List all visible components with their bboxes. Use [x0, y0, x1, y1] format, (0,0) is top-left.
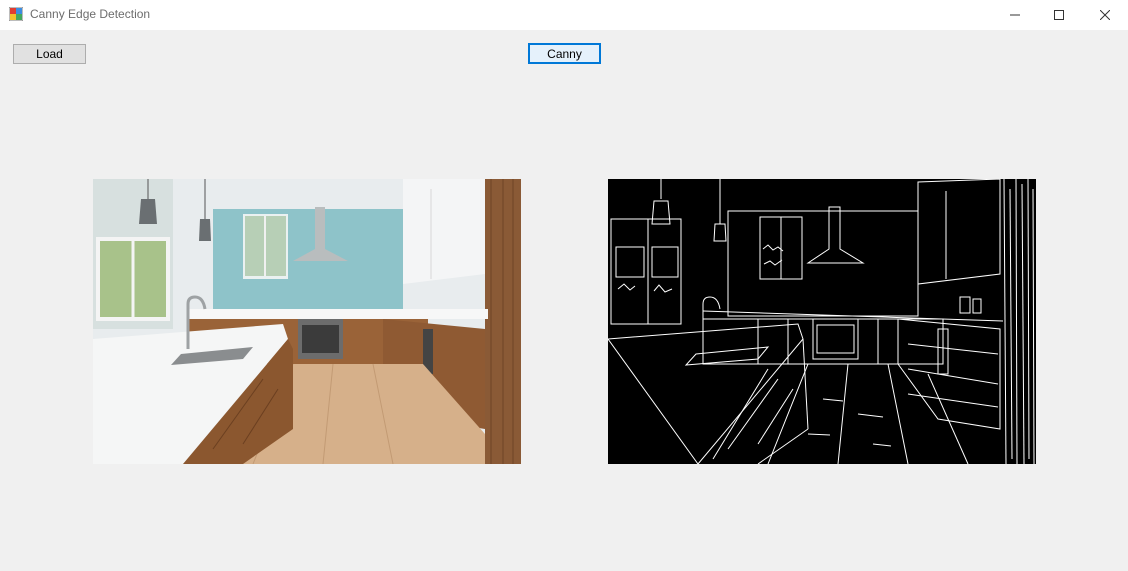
close-button[interactable] — [1082, 0, 1128, 30]
minimize-button[interactable] — [992, 0, 1038, 30]
window-title: Canny Edge Detection — [30, 7, 151, 21]
close-icon — [1100, 10, 1110, 20]
title-bar[interactable]: Canny Edge Detection — [0, 0, 1128, 30]
maximize-button[interactable] — [1036, 0, 1082, 30]
app-window: Canny Edge Detection Load Canny — [0, 0, 1128, 571]
edge-image — [608, 179, 1036, 464]
maximize-icon — [1054, 10, 1064, 20]
app-icon — [8, 6, 24, 22]
canny-button[interactable]: Canny — [528, 43, 601, 64]
original-image — [93, 179, 521, 464]
minimize-icon — [1010, 14, 1020, 16]
load-button[interactable]: Load — [13, 44, 86, 64]
